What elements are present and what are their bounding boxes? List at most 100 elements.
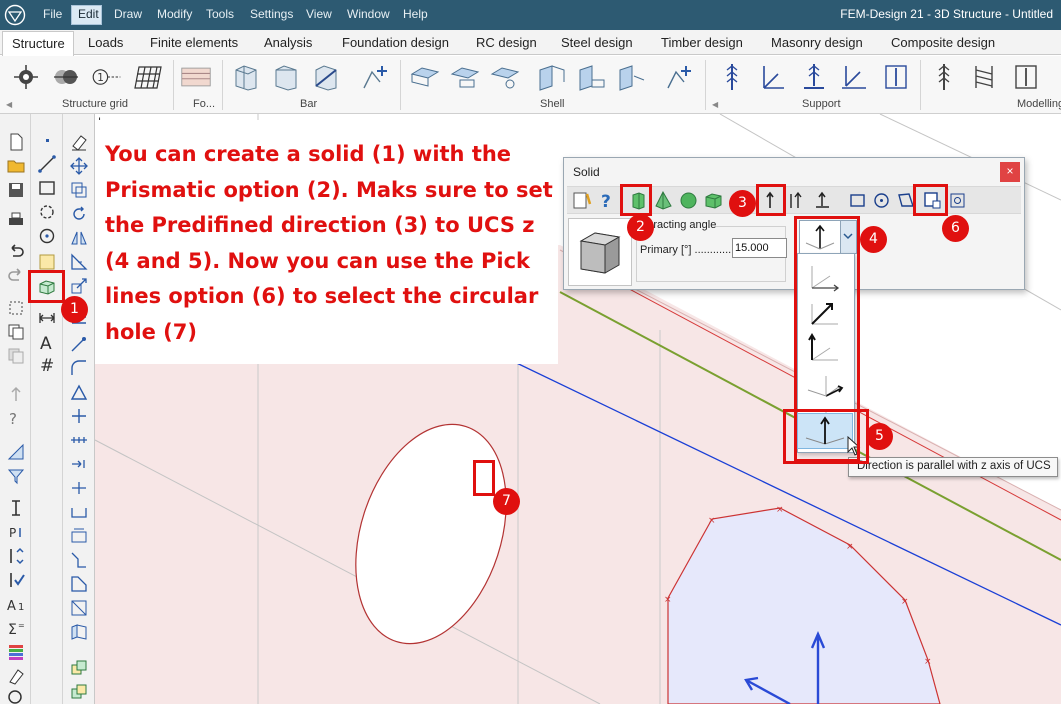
property-icon[interactable]: P xyxy=(6,522,26,542)
foundation-icon[interactable] xyxy=(180,62,212,92)
beam-icon[interactable] xyxy=(270,62,302,92)
text-icon[interactable]: A xyxy=(37,332,57,352)
cuboid-icon[interactable] xyxy=(703,190,724,211)
point-support-xyz-icon[interactable] xyxy=(756,62,788,92)
copy-icon[interactable] xyxy=(6,322,26,342)
scale-icon[interactable] xyxy=(69,276,89,296)
save-icon[interactable] xyxy=(6,180,26,200)
line-support-xyz-icon[interactable] xyxy=(838,62,870,92)
table-icon[interactable]: # xyxy=(37,354,57,374)
menu-window[interactable]: Window xyxy=(347,7,390,21)
menu-file[interactable]: File xyxy=(43,7,62,21)
tab-masonry-design[interactable]: Masonry design xyxy=(771,35,863,50)
sum-icon[interactable]: Σ = xyxy=(6,618,26,638)
hatch-icon[interactable] xyxy=(69,622,89,642)
wall-icon[interactable] xyxy=(536,62,568,92)
bar-modelling-icon[interactable] xyxy=(360,62,392,92)
text-cursor-icon[interactable] xyxy=(6,498,26,518)
region-icon[interactable] xyxy=(37,252,57,272)
stretch-icon[interactable] xyxy=(69,252,89,272)
arc-icon[interactable] xyxy=(37,202,57,222)
direction-parallel-icon[interactable] xyxy=(785,190,806,211)
erase-icon[interactable] xyxy=(6,666,26,686)
wall-profiled-icon[interactable] xyxy=(576,62,608,92)
column-icon[interactable] xyxy=(230,62,262,92)
sort-icon[interactable] xyxy=(6,546,26,566)
redo-icon[interactable] xyxy=(6,266,26,286)
tab-foundation-design[interactable]: Foundation design xyxy=(342,35,449,50)
scroll-arrow-icon[interactable]: ◀ xyxy=(712,100,718,109)
primary-angle-input[interactable]: 15.000 xyxy=(732,238,787,258)
app-logo-icon[interactable] xyxy=(4,4,26,26)
dimension-icon[interactable] xyxy=(6,442,26,462)
hollow-core-icon[interactable] xyxy=(488,62,520,92)
break-line-icon[interactable] xyxy=(69,550,89,570)
menu-tools[interactable]: Tools xyxy=(206,7,234,21)
wall-hollow-icon[interactable] xyxy=(616,62,648,92)
distance-icon[interactable] xyxy=(37,308,57,328)
tab-steel-design[interactable]: Steel design xyxy=(561,35,633,50)
paste-icon[interactable] xyxy=(6,346,26,366)
filter-icon[interactable] xyxy=(6,466,26,486)
rotate-icon[interactable] xyxy=(69,204,89,224)
pyramid-icon[interactable] xyxy=(653,190,674,211)
polygon-edit-icon[interactable] xyxy=(69,574,89,594)
copy-move-icon[interactable] xyxy=(69,180,89,200)
tab-timber-design[interactable]: Timber design xyxy=(661,35,743,50)
storey-icon[interactable] xyxy=(50,62,82,92)
menu-draw[interactable]: Draw xyxy=(114,7,142,21)
line-icon[interactable] xyxy=(37,154,57,174)
cut-icon[interactable] xyxy=(6,298,26,318)
grid-point-icon[interactable] xyxy=(10,62,42,92)
circle-icon[interactable] xyxy=(37,226,57,246)
surface-support-icon[interactable] xyxy=(880,62,912,92)
trim-icon[interactable] xyxy=(69,454,89,474)
fillet-icon[interactable] xyxy=(69,358,89,378)
menu-help[interactable]: Help xyxy=(403,7,428,21)
menu-settings[interactable]: Settings xyxy=(250,7,293,21)
intersect-icon[interactable] xyxy=(69,682,89,702)
rigid-link-icon[interactable] xyxy=(928,62,960,92)
label-icon[interactable]: A1 xyxy=(6,594,26,614)
tab-structure[interactable]: Structure xyxy=(2,31,74,56)
extend-icon[interactable] xyxy=(69,334,89,354)
new-file-icon[interactable] xyxy=(6,132,26,152)
pick-region-icon[interactable] xyxy=(947,190,968,211)
connection-icon[interactable] xyxy=(968,62,1000,92)
help-icon[interactable]: ? xyxy=(596,190,617,211)
direction-normal-icon[interactable] xyxy=(812,190,833,211)
tab-analysis[interactable]: Analysis xyxy=(264,35,312,50)
point-icon[interactable] xyxy=(37,130,57,150)
break-icon[interactable] xyxy=(69,406,89,426)
mirror-icon[interactable] xyxy=(69,228,89,248)
scroll-left-icon[interactable]: ◀ xyxy=(6,100,12,109)
print-icon[interactable] xyxy=(6,210,26,230)
divide-icon[interactable] xyxy=(69,430,89,450)
zoom-icon[interactable] xyxy=(6,688,26,708)
join-icon[interactable] xyxy=(69,502,89,522)
point-support-icon[interactable] xyxy=(716,62,748,92)
truss-icon[interactable] xyxy=(310,62,342,92)
undo-icon[interactable] xyxy=(6,242,26,262)
profiled-plate-icon[interactable] xyxy=(448,62,480,92)
tab-rc-design[interactable]: RC design xyxy=(476,35,537,50)
union-icon[interactable] xyxy=(69,658,89,678)
close-button[interactable]: × xyxy=(1000,162,1020,182)
open-folder-icon[interactable] xyxy=(6,156,26,176)
eraser-icon[interactable] xyxy=(69,132,89,152)
line-support-icon[interactable] xyxy=(798,62,830,92)
check-list-icon[interactable] xyxy=(6,570,26,590)
shell-modelling-icon[interactable] xyxy=(664,62,696,92)
settings-icon[interactable] xyxy=(572,190,593,211)
tab-finite-elements[interactable]: Finite elements xyxy=(150,35,238,50)
draw-circle-icon[interactable] xyxy=(871,190,892,211)
offset-icon[interactable] xyxy=(69,526,89,546)
arrow-up-icon[interactable] xyxy=(6,384,26,404)
tab-composite-design[interactable]: Composite design xyxy=(891,35,995,50)
menu-view[interactable]: View xyxy=(306,7,332,21)
explode-icon[interactable] xyxy=(69,598,89,618)
rectangle-icon[interactable] xyxy=(37,178,57,198)
menu-modify[interactable]: Modify xyxy=(157,7,192,21)
axis-icon[interactable]: 1 xyxy=(90,62,122,92)
move-icon[interactable] xyxy=(69,156,89,176)
